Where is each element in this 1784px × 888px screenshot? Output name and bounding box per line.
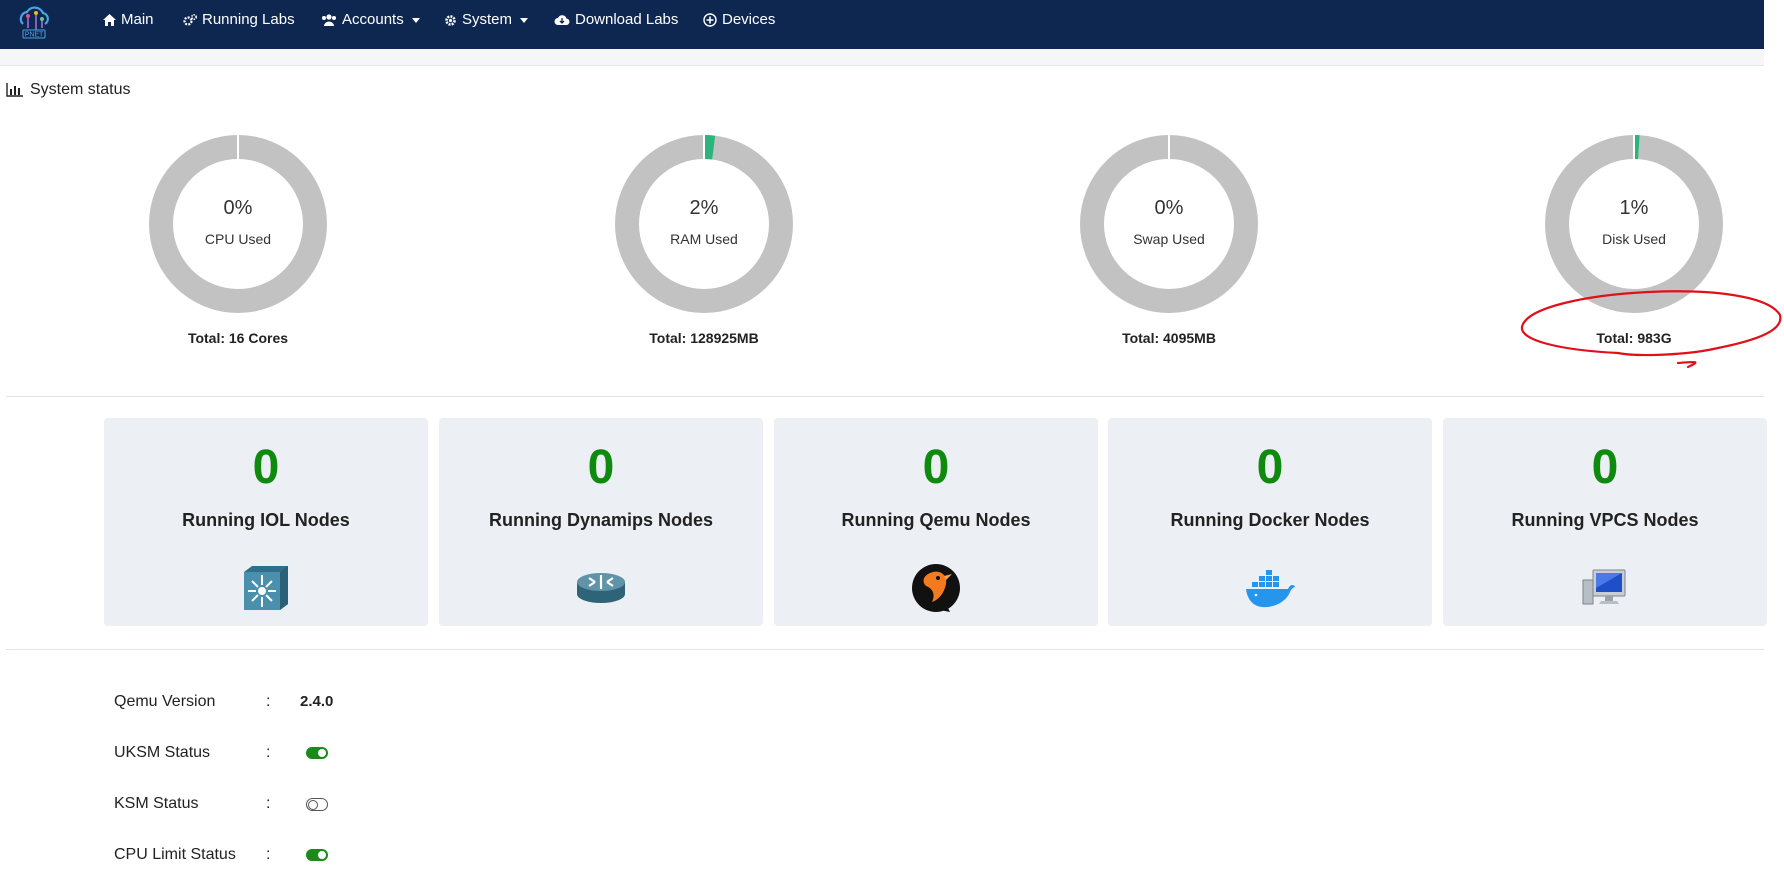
- disk-gauge-label: Disk Used: [1602, 231, 1666, 247]
- nav-devices[interactable]: Devices: [703, 0, 775, 40]
- uksm-status-colon: :: [266, 744, 271, 761]
- qemu-version-value: 2.4.0: [300, 693, 334, 710]
- iol-nodes-count: 0: [252, 441, 280, 494]
- gauge-track: [615, 135, 793, 313]
- chevron-down-icon: [411, 17, 420, 23]
- swap-gauge-percent: 0%: [1154, 197, 1184, 219]
- cpu-limit-status-colon: :: [266, 846, 271, 863]
- uksm-status-label: UKSM Status: [114, 744, 211, 761]
- uksm-toggle[interactable]: [306, 747, 328, 759]
- docker-nodes-card: 0 Running Docker Nodes: [1108, 418, 1432, 626]
- cloud-download-icon: [554, 15, 570, 26]
- sub-header-bar: [0, 49, 1764, 66]
- cpu-gauge: 0% CPU Used: [148, 134, 328, 314]
- swap-gauge: 0% Swap Used: [1079, 134, 1259, 314]
- cpu-limit-status-label: CPU Limit Status: [114, 846, 236, 863]
- dynamips-nodes-card: 0 Running Dynamips Nodes: [439, 418, 763, 626]
- ram-gauge-percent: 2%: [689, 197, 719, 219]
- divider: [6, 396, 1764, 397]
- docker-nodes-count: 0: [1256, 441, 1284, 494]
- router-icon: [577, 573, 625, 603]
- disk-gauge: 1% Disk Used: [1544, 134, 1724, 314]
- ram-gauge-ring: [615, 135, 793, 313]
- pnet-logo[interactable]: PNET: [14, 2, 54, 42]
- cpu-total: Total: 16 Cores: [187, 330, 289, 346]
- cpu-gauge-ring: [149, 135, 327, 313]
- swap-total: Total: 4095MB: [1122, 330, 1216, 346]
- disk-total: Total: 983G: [1596, 330, 1672, 346]
- swap-gauge-label: Swap Used: [1133, 231, 1205, 247]
- nav-main[interactable]: Main: [103, 0, 154, 40]
- ram-gauge: 2% RAM Used: [614, 134, 794, 314]
- chevron-down-icon: [520, 17, 529, 23]
- dynamips-nodes-label: Running Dynamips Nodes: [488, 510, 713, 530]
- top-navbar: PNET Main Running Labs Accounts System D…: [0, 0, 1764, 49]
- qemu-nodes-count: 0: [922, 441, 950, 494]
- docker-icon: [1246, 570, 1295, 608]
- nav-system[interactable]: System: [444, 0, 529, 40]
- qemu-nodes-label: Running Qemu Nodes: [841, 510, 1031, 530]
- divider: [6, 649, 1764, 650]
- nav-accounts-label: Accounts: [342, 11, 404, 28]
- ksm-status-label: KSM Status: [114, 795, 199, 812]
- system-status-heading: System status: [6, 81, 130, 99]
- iol-nodes-card: 0 Running IOL Nodes: [104, 418, 428, 626]
- nav-running-labs-label: Running Labs: [202, 11, 295, 28]
- bar-chart-icon: [6, 83, 23, 97]
- qemu-version-colon: :: [266, 693, 271, 710]
- cogs-icon: [183, 13, 197, 26]
- cpu-gauge-percent: 0%: [223, 197, 253, 219]
- computer-icon: [1582, 569, 1626, 605]
- system-status-title: System status: [30, 81, 131, 98]
- cpu-limit-toggle[interactable]: [306, 849, 328, 861]
- nav-devices-label: Devices: [722, 11, 776, 28]
- iol-nodes-label: Running IOL Nodes: [182, 510, 350, 530]
- qemu-icon: [912, 564, 960, 612]
- nav-download-labs-label: Download Labs: [575, 11, 679, 28]
- gauge-track: [149, 135, 327, 313]
- vpcs-nodes-count: 0: [1591, 441, 1619, 494]
- nav-download-labs[interactable]: Download Labs: [554, 0, 678, 40]
- ram-gauge-label: RAM Used: [670, 231, 738, 247]
- gear-icon: [445, 14, 456, 26]
- nav-accounts[interactable]: Accounts: [321, 0, 420, 40]
- gauge-track: [1080, 135, 1258, 313]
- swap-gauge-ring: [1080, 135, 1258, 313]
- qemu-nodes-card: 0 Running Qemu Nodes: [774, 418, 1098, 626]
- docker-nodes-label: Running Docker Nodes: [1170, 510, 1370, 530]
- cpu-gauge-label: CPU Used: [204, 231, 272, 247]
- ksm-toggle[interactable]: [306, 798, 328, 811]
- gauge-fill: [703, 135, 716, 160]
- switch-icon: [244, 566, 288, 610]
- gauge-track: [1545, 135, 1723, 313]
- plus-circle-icon: [703, 13, 717, 27]
- users-icon: [322, 14, 336, 26]
- vpcs-nodes-label: Running VPCS Nodes: [1511, 510, 1699, 530]
- ksm-status-colon: :: [266, 795, 271, 812]
- home-icon: [103, 14, 116, 26]
- disk-gauge-percent: 1%: [1619, 197, 1649, 219]
- nav-running-labs[interactable]: Running Labs: [183, 0, 295, 40]
- nav-system-label: System: [462, 11, 513, 28]
- dynamips-nodes-count: 0: [587, 441, 615, 494]
- ram-total: Total: 128925MB: [649, 330, 759, 346]
- disk-gauge-ring: [1545, 135, 1723, 313]
- vpcs-nodes-card: 0 Running VPCS Nodes: [1443, 418, 1767, 626]
- qemu-version-label: Qemu Version: [114, 693, 216, 710]
- svg-text:PNET: PNET: [25, 32, 44, 39]
- nav-main-label: Main: [121, 11, 154, 28]
